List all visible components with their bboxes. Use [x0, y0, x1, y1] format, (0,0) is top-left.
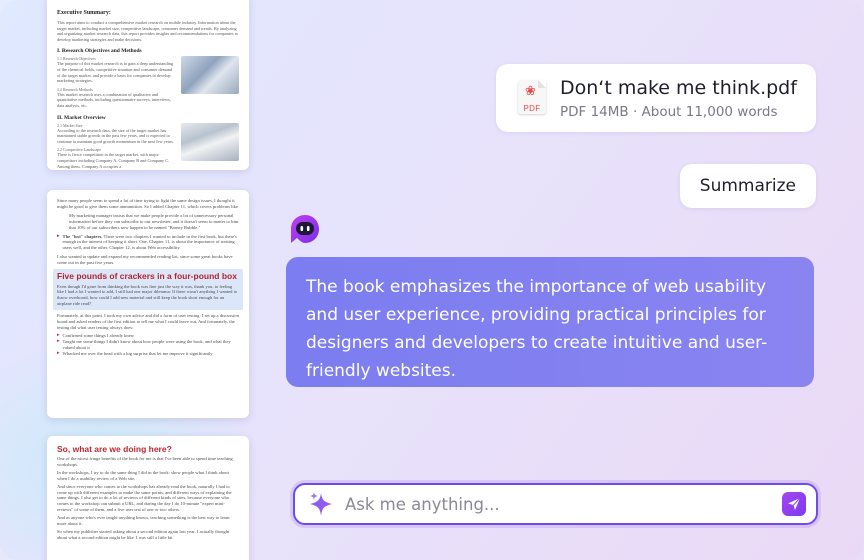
page1-s1-text2: This market research uses a combination … [57, 91, 171, 108]
page1-row2: 2.1 Market Size According to the researc… [57, 122, 239, 170]
page1-intro: This report aims to conduct a comprehens… [57, 20, 239, 42]
user-message-bubble: Summarize [679, 164, 816, 208]
assistant-answer-bubble: The book emphasizes the importance of we… [286, 257, 814, 387]
page2-highlight-title: Five pounds of crackers in a four-pound … [57, 271, 237, 282]
page3-p4: And as anyone who's ever taught anything… [57, 515, 230, 527]
page2-bullet1-content: The "lost" chapters. There were two chap… [63, 234, 239, 252]
page1-section2: II. Market Overview [57, 114, 106, 121]
send-icon [788, 497, 801, 510]
ai-sparkle-icon [310, 492, 332, 516]
page1-heading: Executive Summary: [57, 10, 111, 16]
page2-bullet4-text: Whacked me over the head with a big surp… [62, 350, 213, 356]
page2-quote: My marketing manager insists that we mak… [69, 212, 239, 230]
page1-row1: 1.1 Research Objectives The purpose of t… [57, 56, 239, 108]
office-photo [181, 56, 239, 95]
page1-s1-text1: The purpose of this market research is t… [57, 61, 174, 84]
bullet-marker: ▸ [57, 337, 60, 344]
file-name: Don‘t make me think.pdf [560, 76, 797, 99]
page2-highlight-text: Even though I'd gone from thinking the b… [57, 283, 238, 307]
page2-p3: Fortunately, at this point, I took my ow… [57, 313, 239, 330]
page1-section1: I. Research Objectives and Methods [57, 48, 142, 55]
file-info: Don‘t make me think.pdf PDF 14MB · About… [560, 77, 797, 120]
app-window: Executive Summary: This report aims to c… [0, 0, 864, 560]
page2-bullet4: ▸ Whacked me over the head with a big su… [57, 349, 239, 357]
page3-p5: So when my publisher started asking abou… [57, 528, 230, 540]
pdf-file-icon: ❀ PDF [516, 80, 548, 116]
chat-input[interactable] [345, 494, 782, 514]
page3-p3: And since everyone who comes to the work… [57, 483, 232, 513]
page3-p1: One of the nicest fringe benefits of the… [57, 456, 233, 467]
send-button[interactable] [782, 492, 806, 516]
page3-p2: In the workshops, I try to do the same t… [57, 469, 229, 481]
page2-p2: I also wanted to update and expand my re… [57, 254, 233, 266]
page1-s2-text1: According to the research data, the size… [57, 127, 174, 144]
meeting-photo [181, 122, 239, 161]
page2-bullet3-text: Taught me some things I didn't know abou… [62, 338, 231, 350]
page-thumbnail-1[interactable]: Executive Summary: This report aims to c… [47, 0, 249, 170]
page-thumbnail-3[interactable]: So, what are we doing here? One of the n… [47, 436, 249, 560]
assistant-avatar-icon [291, 215, 319, 243]
page2-p1: Since many people seem to spend a lot of… [57, 198, 238, 209]
bullet-marker: ▸ [57, 349, 60, 356]
page-thumbnail-2[interactable]: Since many people seem to spend a lot of… [47, 190, 249, 418]
bullet-marker: ▸ [57, 232, 60, 239]
page2-bullet1-bold: The "lost" chapters. [62, 233, 103, 239]
page2-highlight-box: Five pounds of crackers in a four-pound … [53, 269, 243, 311]
page2-bullet1: ▸ The "lost" chapters. There were two ch… [57, 232, 239, 252]
page3-heading: So, what are we doing here? [57, 444, 172, 454]
file-meta: PDF 14MB · About 11,000 words [560, 103, 778, 120]
pdf-icon-label: PDF [523, 104, 541, 113]
page1-s2-text2: There is fierce competition in the targe… [57, 152, 170, 169]
uploaded-file-card[interactable]: ❀ PDF Don‘t make me think.pdf PDF 14MB ·… [496, 64, 816, 132]
page2-bullet3: ▸ Taught me some things I didn't know ab… [57, 337, 239, 351]
chat-input-bar [293, 483, 818, 525]
